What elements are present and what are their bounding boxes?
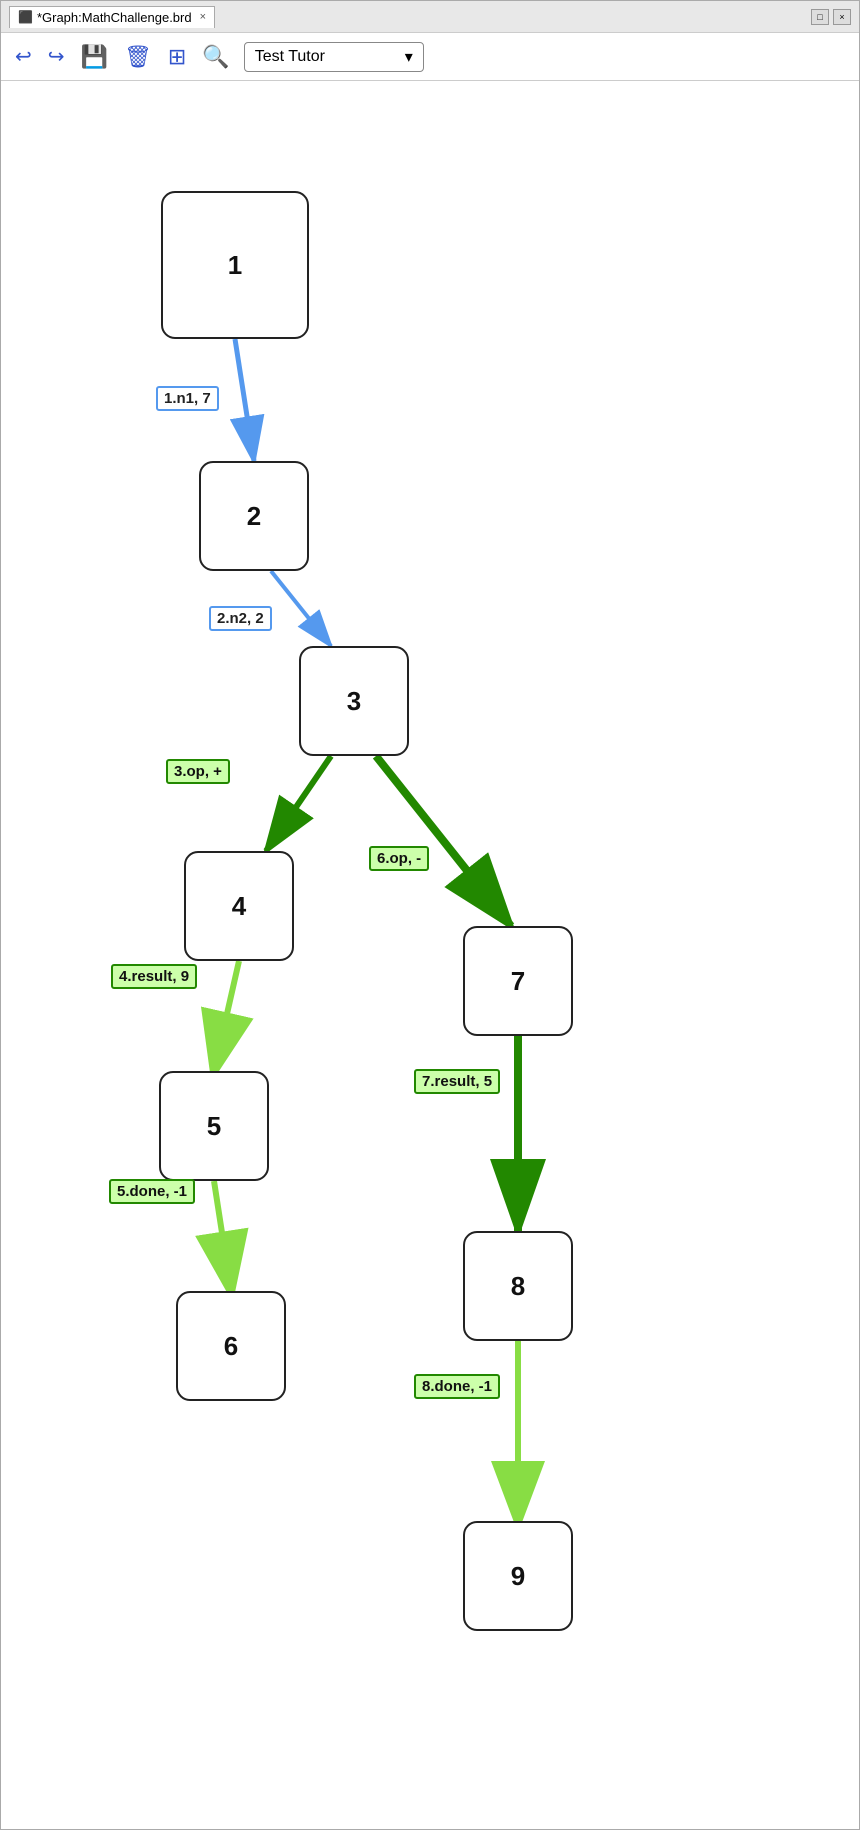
node-5-label: 5	[207, 1111, 221, 1142]
graph-canvas: 1 2 3 4 5 6 7 8 9 1.n1, 7 2.n2, 2	[1, 81, 859, 1829]
node-4-label: 4	[232, 891, 246, 922]
edge-label-6op: 6.op, -	[369, 846, 429, 871]
node-7-label: 7	[511, 966, 525, 997]
title-tab[interactable]: ⬛ *Graph:MathChallenge.brd ×	[9, 6, 215, 28]
node-3-label: 3	[347, 686, 361, 717]
tutor-dropdown[interactable]: Test Tutor ▾	[244, 42, 424, 72]
node-6[interactable]: 6	[176, 1291, 286, 1401]
node-3[interactable]: 3	[299, 646, 409, 756]
arrows-svg	[1, 81, 859, 1829]
node-2-label: 2	[247, 501, 261, 532]
node-5[interactable]: 5	[159, 1071, 269, 1181]
window-controls: □ ×	[811, 9, 851, 25]
edge-label-4result: 4.result, 9	[111, 964, 197, 989]
node-9-label: 9	[511, 1561, 525, 1592]
edge-label-3op: 3.op, +	[166, 759, 230, 784]
maximize-button[interactable]: □	[811, 9, 829, 25]
edge-label-1n1: 1.n1, 7	[156, 386, 219, 411]
node-1[interactable]: 1	[161, 191, 309, 339]
save-button[interactable]: 💾	[79, 44, 110, 70]
node-7[interactable]: 7	[463, 926, 573, 1036]
title-bar: ⬛ *Graph:MathChallenge.brd × □ ×	[1, 1, 859, 33]
search-button[interactable]: 🔍	[200, 44, 231, 70]
node-1-label: 1	[228, 250, 242, 281]
graph-icon: ⬛	[18, 10, 33, 24]
node-8[interactable]: 8	[463, 1231, 573, 1341]
edge-label-8done: 8.done, -1	[414, 1374, 500, 1399]
node-4[interactable]: 4	[184, 851, 294, 961]
dropdown-label: Test Tutor	[255, 48, 325, 66]
main-window: ⬛ *Graph:MathChallenge.brd × □ × ↩ ↪ 💾 🗑…	[0, 0, 860, 1830]
chevron-down-icon: ▾	[405, 47, 413, 67]
undo-button[interactable]: ↩	[13, 44, 34, 69]
delete-button[interactable]: 🗑	[122, 44, 154, 70]
toolbar: ↩ ↪ 💾 🗑 ⊞ 🔍 Test Tutor ▾	[1, 33, 859, 81]
add-button[interactable]: ⊞	[166, 44, 188, 70]
close-button[interactable]: ×	[833, 9, 851, 25]
node-9[interactable]: 9	[463, 1521, 573, 1631]
edge-label-5done: 5.done, -1	[109, 1179, 195, 1204]
redo-button[interactable]: ↪	[46, 44, 67, 69]
edge-label-2n2: 2.n2, 2	[209, 606, 272, 631]
tab-title: *Graph:MathChallenge.brd	[37, 10, 192, 25]
edge-label-7result: 7.result, 5	[414, 1069, 500, 1094]
node-2[interactable]: 2	[199, 461, 309, 571]
node-6-label: 6	[224, 1331, 238, 1362]
close-tab-button[interactable]: ×	[200, 11, 206, 23]
node-8-label: 8	[511, 1271, 525, 1302]
